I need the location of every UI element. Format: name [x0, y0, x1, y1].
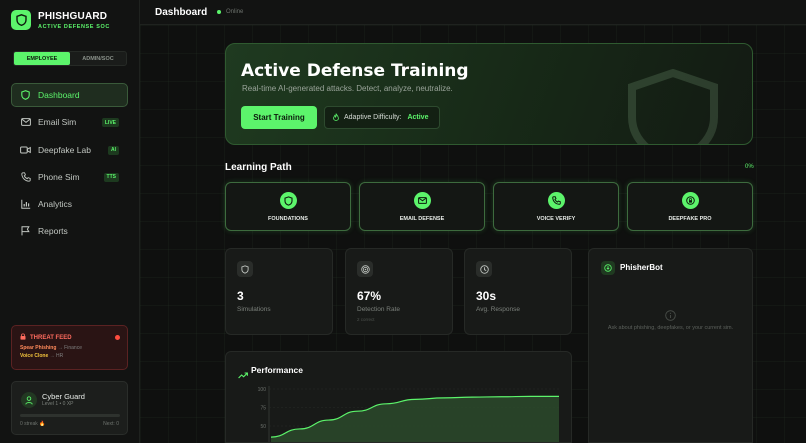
user-next-level: Next: 0	[103, 421, 119, 427]
threat-item: Voice Clone → HR	[20, 353, 119, 359]
sidebar-item-dashboard[interactable]: Dashboard	[11, 83, 128, 107]
sidebar-item-label: Deepfake Lab	[38, 144, 91, 155]
video-icon	[20, 144, 31, 155]
threat-name: Voice Clone	[20, 353, 49, 359]
adaptive-label: Adaptive Difficulty:	[344, 114, 402, 121]
y-tick-label: 75	[260, 406, 266, 412]
learning-step-voice-verify[interactable]: VOICE VERIFY	[493, 182, 619, 231]
mail-icon	[20, 117, 31, 128]
threat-alert-dot	[115, 335, 120, 340]
sidebar-nav: Dashboard Email Sim LIVE Deepfake Lab AI…	[11, 83, 128, 247]
hero-subtitle: Real-time AI-generated attacks. Detect, …	[242, 84, 453, 93]
stat-label: Avg. Response	[476, 306, 520, 313]
learning-step-foundations[interactable]: FOUNDATIONS	[225, 182, 351, 231]
sidebar-item-label: Dashboard	[38, 90, 80, 100]
user-streak: 0 streak 🔥	[20, 421, 46, 427]
flag-icon	[20, 226, 31, 237]
phisherbot-title: PhisherBot	[620, 263, 663, 272]
phone-icon	[548, 192, 565, 209]
shield-icon	[237, 261, 253, 277]
sidebar: PHISHGUARD ACTIVE DEFENSE SOC EMPLOYEE A…	[0, 0, 140, 443]
performance-panel: 100 75 50 Performance	[225, 351, 572, 443]
shield-icon	[11, 10, 31, 30]
status-indicator: Online	[217, 9, 243, 15]
stat-value: 67%	[357, 289, 382, 303]
bot-icon	[601, 261, 615, 275]
threat-name: Spear Phishing	[20, 345, 57, 351]
adaptive-difficulty-toggle[interactable]: Adaptive Difficulty: Active	[324, 106, 440, 129]
threat-target: → Finance	[57, 345, 82, 351]
sidebar-item-email-sim[interactable]: Email Sim LIVE	[11, 110, 128, 134]
live-badge: LIVE	[101, 118, 119, 128]
learning-step-deepfake-pro[interactable]: DEEPFAKE PRO	[627, 182, 753, 231]
shield-icon	[20, 90, 31, 101]
brand-subtitle: ACTIVE DEFENSE SOC	[38, 23, 110, 30]
role-employee-button[interactable]: EMPLOYEE	[14, 52, 70, 65]
target-icon	[357, 261, 373, 277]
hero-title: Active Defense Training	[241, 61, 469, 81]
topbar: Dashboard Online	[140, 0, 806, 25]
role-admin-button[interactable]: ADMIN/SOC	[70, 52, 126, 65]
stat-detail: 2 correct	[357, 317, 375, 322]
stat-card-detection-rate: 67% Detection Rate 2 correct	[345, 248, 453, 335]
shield-icon	[280, 192, 297, 209]
user-card[interactable]: Cyber Guard Level 1 • 0 XP 0 streak 🔥 Ne…	[11, 381, 128, 435]
adaptive-value: Active	[407, 114, 429, 121]
stat-value: 30s	[476, 289, 497, 303]
threat-feed-title: THREAT FEED	[30, 334, 72, 341]
learning-step-label: FOUNDATIONS	[268, 216, 308, 222]
performance-area	[271, 396, 559, 442]
threat-feed[interactable]: THREAT FEED Spear Phishing → Finance Voi…	[11, 325, 128, 370]
avatar	[21, 392, 37, 408]
hero-banner: Active Defense Training Real-time AI-gen…	[225, 43, 753, 145]
user-level: Level 1 • 0 XP	[42, 401, 74, 407]
sidebar-item-analytics[interactable]: Analytics	[11, 192, 128, 216]
flame-icon	[333, 112, 339, 123]
sidebar-item-label: Reports	[38, 226, 68, 237]
y-tick-label: 100	[258, 387, 267, 393]
start-training-button[interactable]: Start Training	[241, 106, 317, 129]
learning-step-email-defense[interactable]: EMAIL DEFENSE	[359, 182, 485, 231]
phone-icon	[20, 171, 31, 182]
user-name: Cyber Guard	[42, 392, 85, 401]
performance-title: Performance	[251, 365, 303, 375]
learning-path-title: Learning Path	[225, 162, 292, 173]
sidebar-item-label: Email Sim	[38, 117, 77, 128]
learning-step-label: DEEPFAKE PRO	[668, 216, 712, 222]
stat-label: Simulations	[237, 306, 271, 313]
sidebar-item-label: Phone Sim	[38, 171, 80, 182]
bar-chart-icon	[20, 199, 31, 210]
stat-value: 3	[237, 289, 244, 303]
page-title: Dashboard	[155, 7, 208, 18]
sidebar-item-phone-sim[interactable]: Phone Sim TTS	[11, 165, 128, 189]
stat-card-avg-response: 30s Avg. Response	[464, 248, 572, 335]
shield-watermark-icon	[626, 68, 720, 144]
ai-badge: AI	[108, 145, 119, 155]
learning-step-label: EMAIL DEFENSE	[399, 216, 445, 222]
phisherbot-hint: Ask about phishing, deepfakes, or your c…	[607, 325, 734, 331]
role-toggle: EMPLOYEE ADMIN/SOC	[13, 51, 127, 66]
status-dot	[217, 10, 221, 14]
learning-step-label: VOICE VERIFY	[536, 216, 576, 222]
lock-icon	[682, 192, 699, 209]
trending-up-icon	[238, 366, 248, 384]
tts-badge: TTS	[103, 172, 119, 182]
sidebar-item-label: Analytics	[38, 199, 73, 210]
brand-title: PHISHGUARD	[38, 10, 108, 22]
clock-icon	[476, 261, 492, 277]
brand: PHISHGUARD ACTIVE DEFENSE SOC	[11, 10, 110, 30]
stat-label: Detection Rate	[357, 306, 400, 313]
sidebar-item-deepfake-lab[interactable]: Deepfake Lab AI	[11, 138, 128, 162]
status-label: Online	[226, 9, 244, 15]
mail-icon	[414, 192, 431, 209]
xp-progress-bar	[20, 414, 120, 417]
stat-card-simulations: 3 Simulations	[225, 248, 333, 335]
learning-path-progress: 0%	[745, 164, 754, 170]
lock-icon	[20, 333, 26, 342]
phisherbot-panel: PhisherBot Ask about phishing, deepfakes…	[588, 248, 753, 443]
threat-item: Spear Phishing → Finance	[20, 345, 119, 351]
sidebar-item-reports[interactable]: Reports	[11, 219, 128, 243]
threat-target: → HR	[49, 353, 64, 359]
y-tick-label: 50	[260, 424, 266, 430]
